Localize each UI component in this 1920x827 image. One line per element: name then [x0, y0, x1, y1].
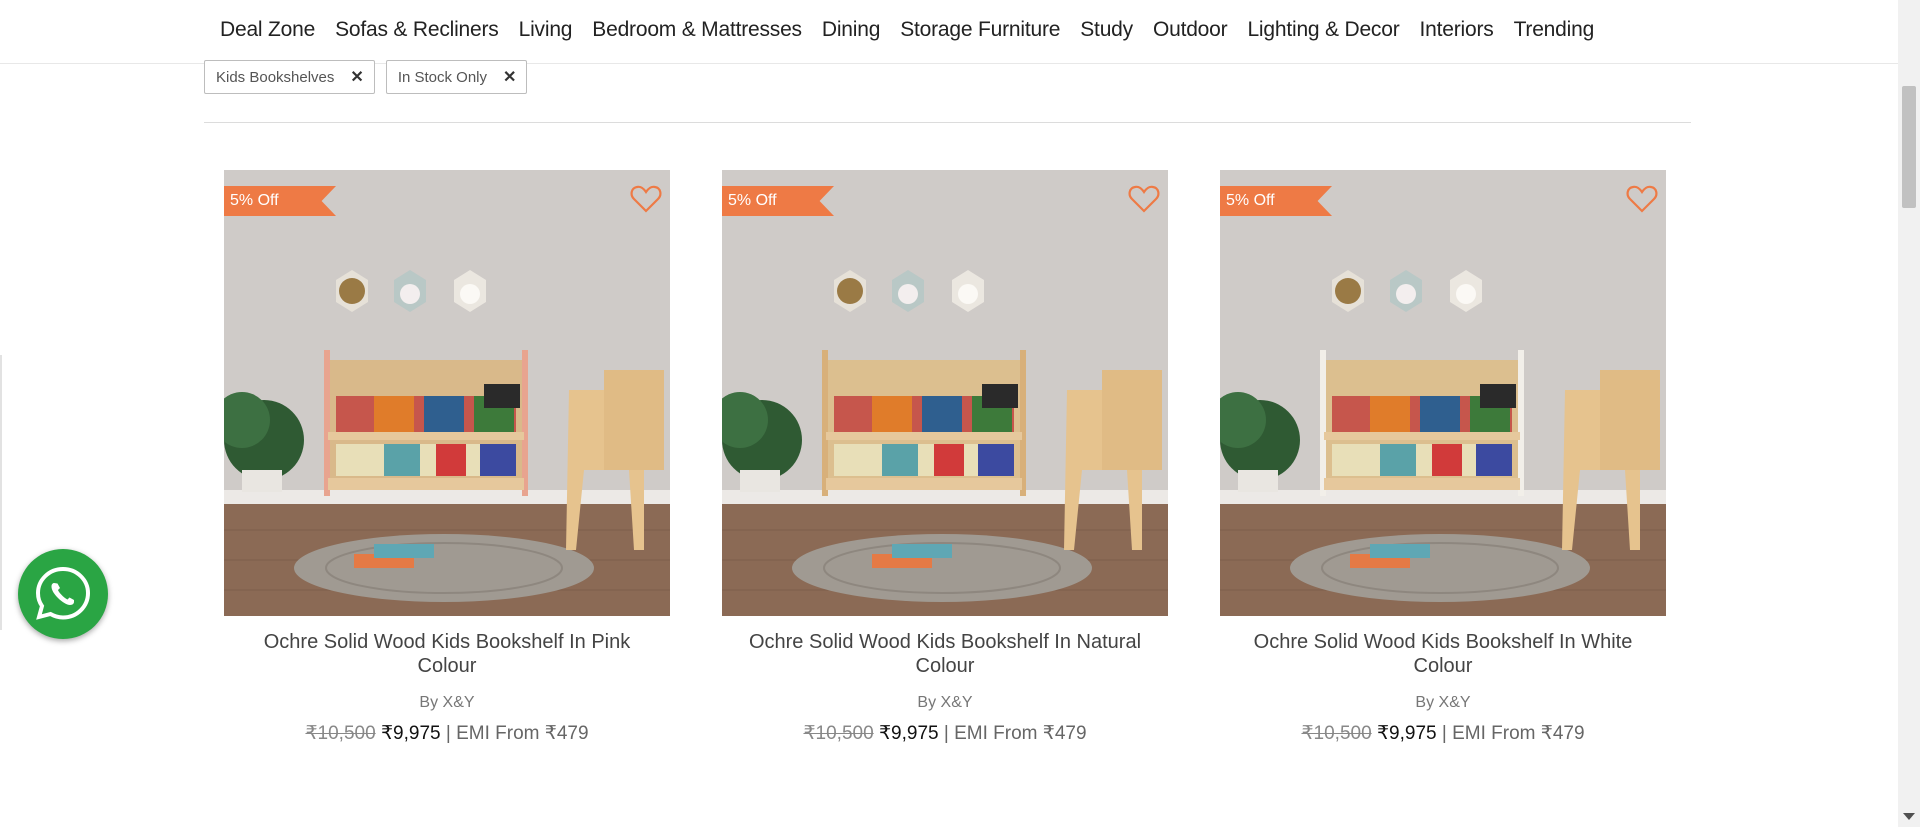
heart-icon[interactable]	[630, 184, 662, 214]
original-price: ₹10,500	[803, 723, 874, 744]
side-panel-edge	[0, 355, 2, 630]
top-navigation: Deal Zone Sofas & Recliners Living Bedro…	[0, 0, 1898, 64]
heart-icon[interactable]	[1626, 184, 1658, 214]
nav-menu: Deal Zone Sofas & Recliners Living Bedro…	[210, 0, 1604, 60]
scrollbar-thumb[interactable]	[1902, 86, 1916, 208]
product-brand: By X&Y	[917, 694, 973, 711]
whatsapp-button[interactable]	[18, 549, 108, 639]
emi-text: | EMI From ₹479	[1441, 723, 1585, 744]
sale-price: ₹9,975	[878, 723, 939, 744]
product-card[interactable]: 5% Off Ochre Solid Wood Kids Bookshelf I…	[224, 170, 670, 745]
product-image[interactable]: 5% Off	[722, 170, 1168, 616]
nav-item-outdoor[interactable]: Outdoor	[1143, 18, 1237, 42]
bookshelf-scene-image	[224, 170, 670, 616]
emi-text: | EMI From ₹479	[445, 723, 589, 744]
product-brand: By X&Y	[1415, 694, 1471, 711]
product-card[interactable]: 5% Off Ochre Solid Wood Kids Bookshelf I…	[722, 170, 1168, 745]
nav-item-lighting-decor[interactable]: Lighting & Decor	[1237, 18, 1409, 42]
nav-item-trending[interactable]: Trending	[1504, 18, 1605, 42]
nav-item-storage-furniture[interactable]: Storage Furniture	[890, 18, 1070, 42]
applied-filters: Kids Bookshelves ✕ In Stock Only ✕	[204, 60, 528, 94]
bookshelf-scene-image	[1220, 170, 1666, 616]
divider	[204, 122, 1691, 123]
heart-icon[interactable]	[1128, 184, 1160, 214]
product-image[interactable]: 5% Off	[1220, 170, 1666, 616]
filter-chip-kids-bookshelves[interactable]: Kids Bookshelves ✕	[204, 60, 375, 94]
filter-chip-label: Kids Bookshelves	[216, 68, 335, 86]
product-image[interactable]: 5% Off	[224, 170, 670, 616]
original-price: ₹10,500	[305, 723, 376, 744]
discount-badge: 5% Off	[224, 186, 336, 216]
product-title[interactable]: Ochre Solid Wood Kids Bookshelf In White…	[1220, 630, 1666, 678]
product-card[interactable]: 5% Off Ochre Solid Wood Kids Bookshelf I…	[1220, 170, 1666, 745]
product-price: ₹10,500 ₹9,975 | EMI From ₹479	[1220, 722, 1666, 745]
product-price: ₹10,500 ₹9,975 | EMI From ₹479	[224, 722, 670, 745]
product-brand: By X&Y	[419, 694, 475, 711]
filter-chip-in-stock-only[interactable]: In Stock Only ✕	[385, 60, 528, 94]
nav-item-living[interactable]: Living	[509, 18, 583, 42]
filter-chip-label: In Stock Only	[397, 68, 488, 86]
nav-item-interiors[interactable]: Interiors	[1410, 18, 1504, 42]
nav-item-bedroom-mattresses[interactable]: Bedroom & Mattresses	[582, 18, 812, 42]
whatsapp-icon	[35, 566, 91, 620]
product-price: ₹10,500 ₹9,975 | EMI From ₹479	[722, 722, 1168, 745]
nav-item-deal-zone[interactable]: Deal Zone	[210, 18, 325, 42]
close-icon[interactable]: ✕	[350, 67, 363, 87]
discount-badge: 5% Off	[1220, 186, 1332, 216]
product-title[interactable]: Ochre Solid Wood Kids Bookshelf In Pink …	[224, 630, 670, 678]
scrollbar[interactable]	[1898, 0, 1920, 827]
discount-badge: 5% Off	[722, 186, 834, 216]
nav-item-study[interactable]: Study	[1070, 18, 1143, 42]
close-icon[interactable]: ✕	[503, 67, 516, 87]
emi-text: | EMI From ₹479	[943, 723, 1087, 744]
nav-item-dining[interactable]: Dining	[812, 18, 890, 42]
scroll-down-arrow[interactable]	[1903, 813, 1915, 820]
sale-price: ₹9,975	[1376, 723, 1437, 744]
sale-price: ₹9,975	[380, 723, 441, 744]
original-price: ₹10,500	[1301, 723, 1372, 744]
bookshelf-scene-image	[722, 170, 1168, 616]
nav-item-sofas-recliners[interactable]: Sofas & Recliners	[325, 18, 509, 42]
product-title[interactable]: Ochre Solid Wood Kids Bookshelf In Natur…	[722, 630, 1168, 678]
